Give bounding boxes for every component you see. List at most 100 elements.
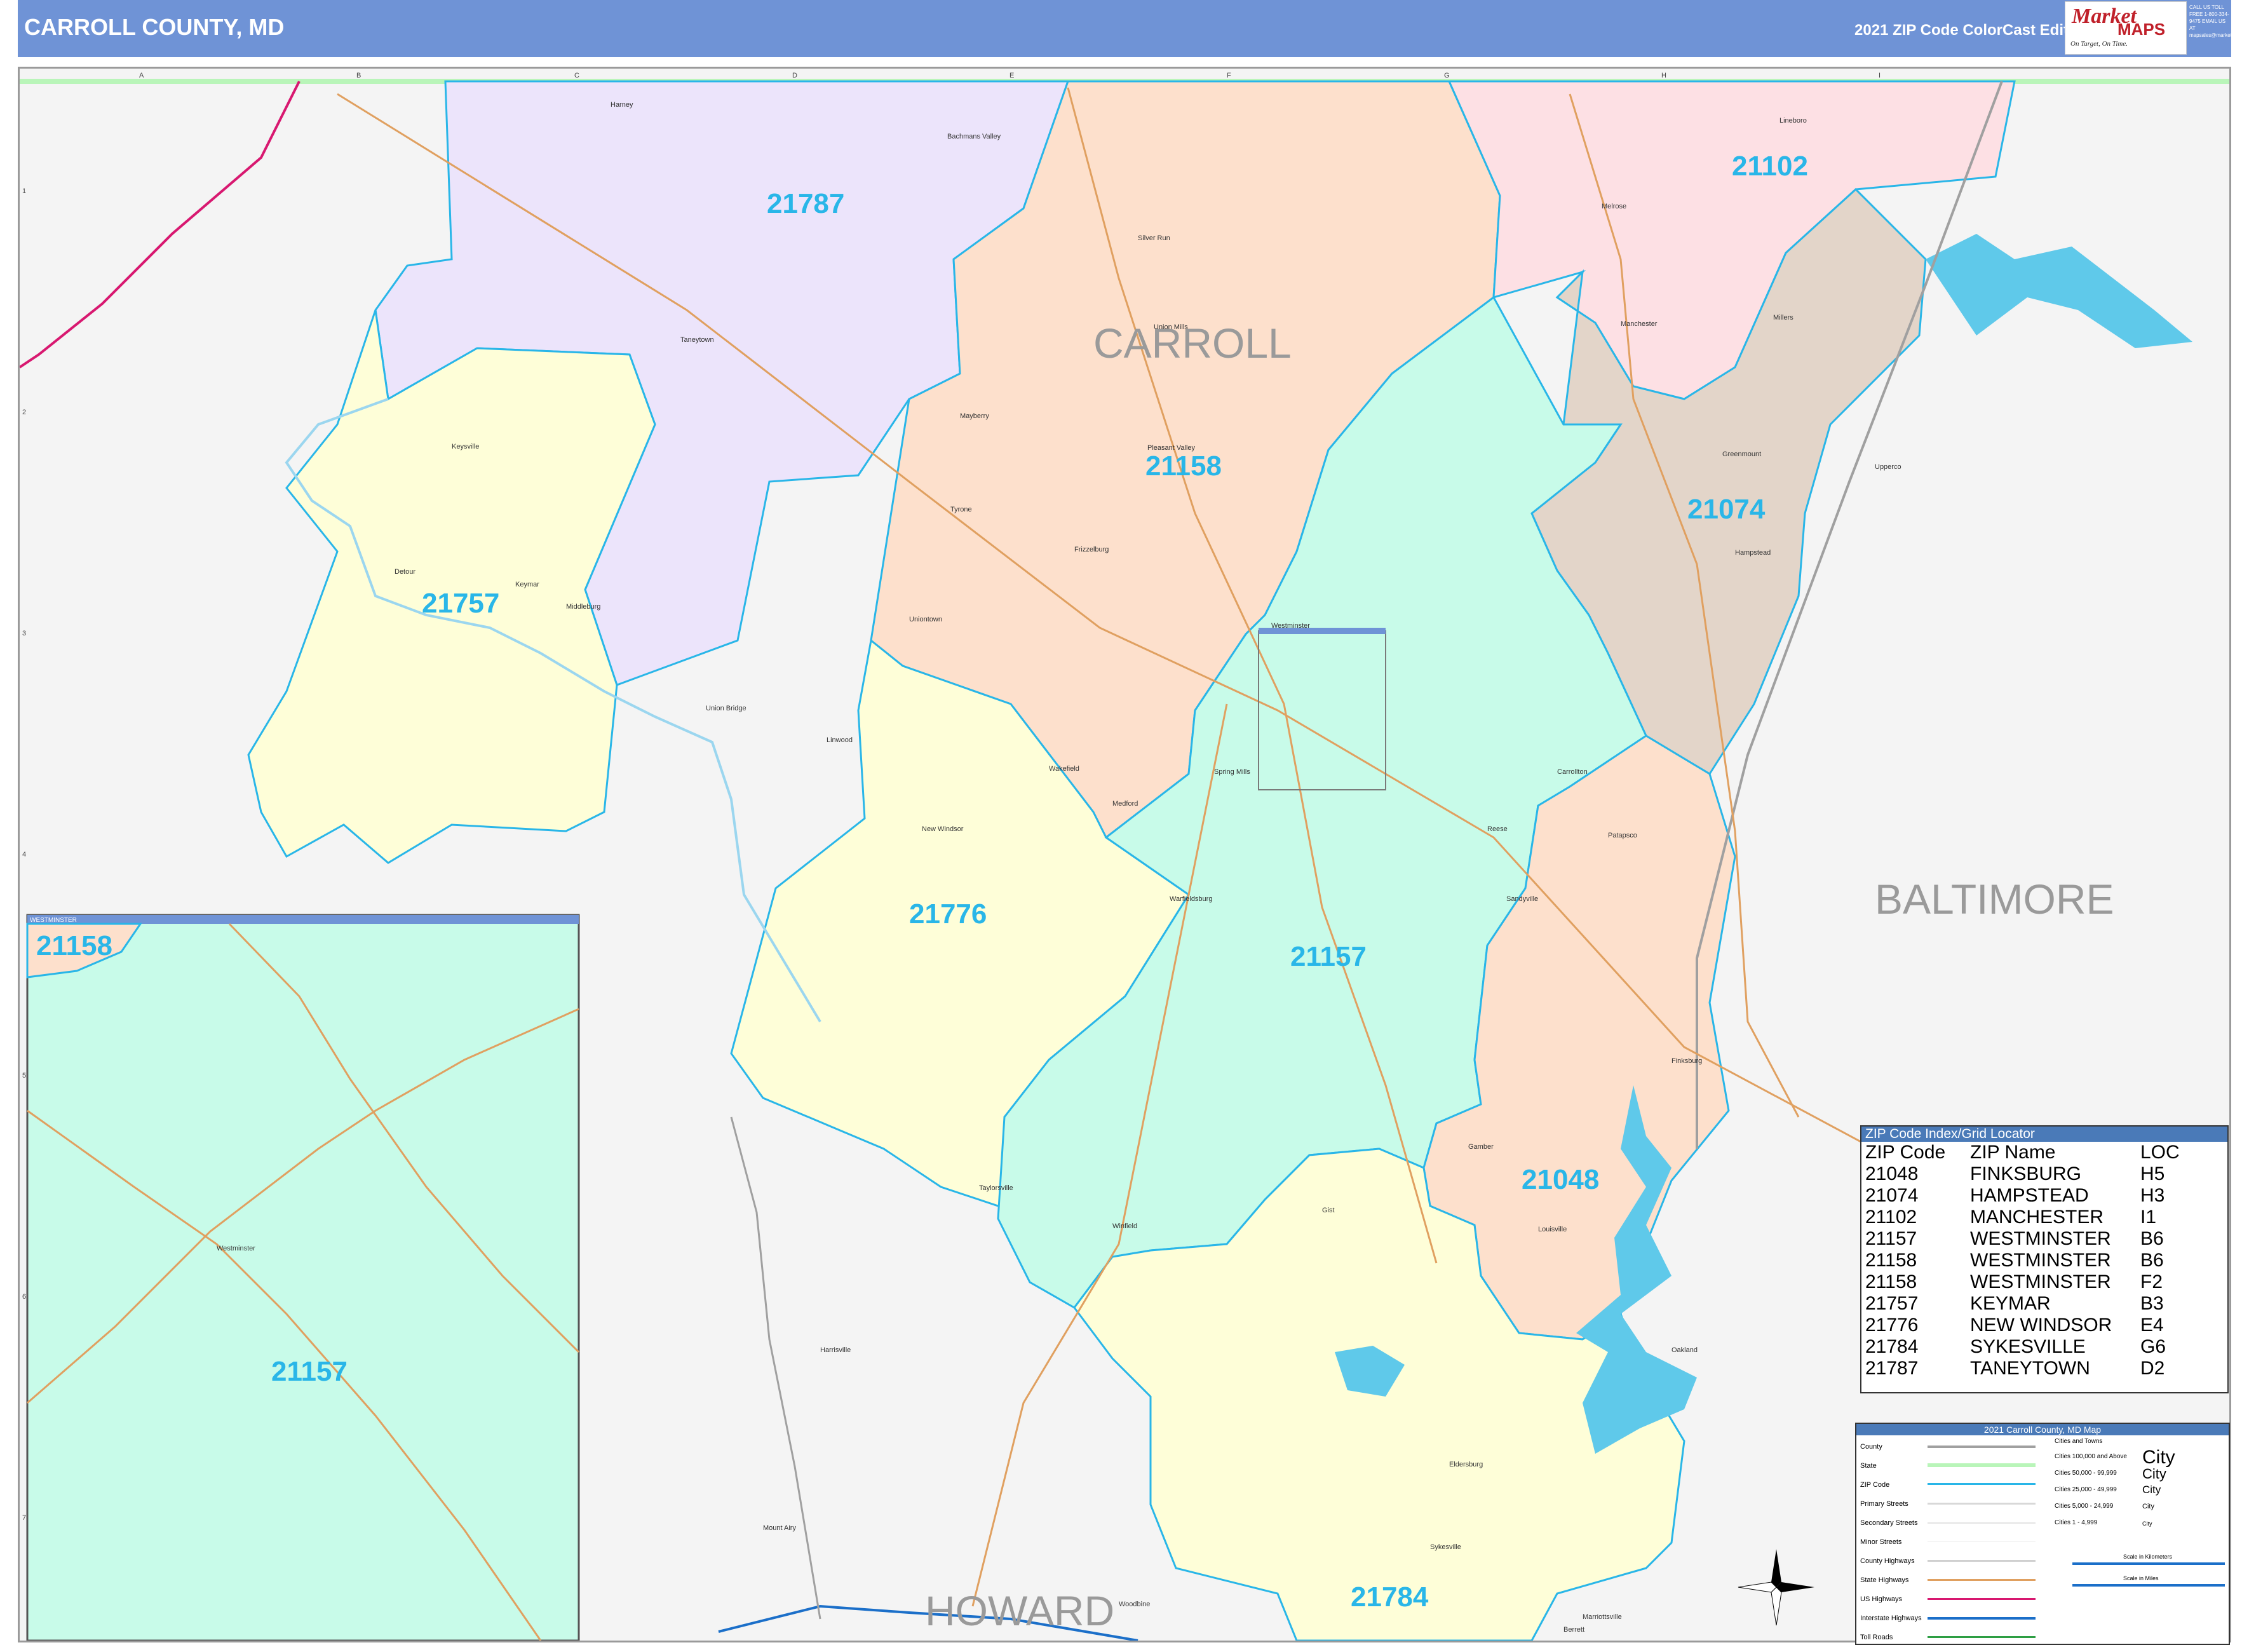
legend-swatch-state-hwy: [1928, 1579, 2036, 1581]
town-label: Union Bridge: [706, 705, 746, 712]
grid-col-a: A: [139, 72, 144, 79]
zip-label-21776: 21776: [909, 898, 987, 930]
map-legend: 2021 Carroll County, MD Map County State…: [1855, 1423, 2230, 1645]
table-row: 21776 NEW WINDSOR E4: [1865, 1315, 2164, 1336]
westminster-inset: WESTMINSTER 21158 21157 Westminster: [26, 914, 580, 1641]
county-label-baltimore: BALTIMORE: [1875, 876, 2114, 923]
inset-town-westminster: Westminster: [217, 1245, 255, 1252]
town-label: Linwood: [827, 736, 853, 744]
edition-label: 2021 ZIP Code ColorCast Edition: [1854, 22, 2091, 39]
town-label: Mayberry: [960, 412, 989, 420]
legend-city-sample: City: [2142, 1484, 2161, 1496]
table-row: 21158 WESTMINSTER F2: [1865, 1271, 2163, 1292]
map-canvas[interactable]: A B C D E F G H I 1 2 3 4 5 6 7 CARROLL …: [18, 67, 2231, 1642]
legend-swatch-state: [1928, 1463, 2036, 1467]
grid-row-7: 7: [22, 1514, 26, 1522]
table-row: 21787 TANEYTOWN D2: [1865, 1358, 2165, 1379]
town-label: Manchester: [1621, 320, 1658, 328]
legend-swatch-primary: [1928, 1503, 2036, 1505]
zip-label-21102: 21102: [1732, 151, 1808, 182]
table-row: 21757 KEYMAR B3: [1865, 1293, 2164, 1314]
town-label: Lineboro: [1779, 117, 1807, 125]
zip-index-title: ZIP Code Index/Grid Locator: [1861, 1127, 2227, 1142]
town-label: Upperco: [1875, 463, 1901, 471]
town-label: Berrett: [1563, 1626, 1584, 1634]
town-label: Reese: [1487, 825, 1508, 833]
town-label: Bachmans Valley: [947, 133, 1001, 140]
grid-col-b: B: [356, 72, 361, 79]
inset-zip-label-21158: 21158: [36, 930, 112, 961]
town-label: Sandyville: [1506, 895, 1538, 903]
town-label: Spring Mills: [1214, 768, 1250, 776]
legend-swatch-county: [1928, 1446, 2036, 1448]
grid-row-6: 6: [22, 1293, 26, 1301]
inset-title: WESTMINSTER: [30, 917, 77, 924]
legend-item: State Highways: [1860, 1576, 1909, 1584]
county-label-howard: HOWARD: [925, 1587, 1114, 1634]
zip-area-21102[interactable]: [1447, 80, 2016, 400]
legend-city-class: Cities 5,000 - 24,999: [2055, 1503, 2114, 1510]
market-maps-logo: Market MAPS On Target, On Time.: [2065, 1, 2187, 55]
contact-info: CALL US TOLL FREE 1-800-334-9475 EMAIL U…: [2189, 4, 2242, 38]
town-label: Wakefield: [1049, 765, 1079, 773]
town-label: Pleasant Valley: [1147, 444, 1196, 452]
town-label: Sykesville: [1430, 1543, 1461, 1551]
zip-index-grid: ZIP Code ZIP Name LOC 21048 FINKSBURG H5 2…: [1865, 1142, 2180, 1379]
town-label: New Windsor: [922, 825, 964, 833]
table-row: 21102 MANCHESTER I1: [1865, 1207, 2157, 1228]
grid-row-2: 2: [22, 409, 26, 416]
legend-city-sample: City: [2142, 1503, 2154, 1510]
legend-item: State: [1860, 1462, 1877, 1470]
town-label: Harrisville: [820, 1346, 851, 1354]
zip-label-21157: 21157: [1290, 941, 1367, 972]
county-label-carroll: CARROLL: [1093, 320, 1292, 367]
zip-index-table: ZIP Code Index/Grid Locator ZIP Code ZIP…: [1860, 1125, 2229, 1393]
town-label: Union Mills: [1154, 323, 1188, 331]
table-row: 21048 FINKSBURG H5: [1865, 1163, 2165, 1184]
inset-zip-label-21157: 21157: [271, 1356, 348, 1387]
legend-item: ZIP Code: [1860, 1481, 1890, 1489]
legend-swatch-zip: [1928, 1483, 2036, 1485]
town-label: Keysville: [452, 443, 479, 450]
grid-row-3: 3: [22, 630, 26, 637]
town-label: Patapsco: [1608, 832, 1637, 839]
grid-row-4: 4: [22, 851, 26, 858]
grid-col-h: H: [1661, 72, 1666, 79]
grid-col-f: F: [1227, 72, 1231, 79]
legend-city-sample: City: [2142, 1466, 2166, 1482]
legend-swatch-us-hwy: [1928, 1598, 2036, 1600]
town-label: Detour: [395, 568, 415, 576]
scale-bar-mi: [2072, 1584, 2225, 1587]
compass-rose-icon: [1738, 1549, 1814, 1626]
zip-index-col-header: ZIP Name: [1970, 1142, 2056, 1163]
town-label: Eldersburg: [1449, 1461, 1483, 1468]
town-label: Oakland: [1671, 1346, 1698, 1354]
legend-swatch-toll: [1928, 1636, 2036, 1638]
town-label: Warfieldsburg: [1170, 895, 1212, 903]
town-label: Hampstead: [1735, 549, 1771, 557]
legend-swatch-minor: [1928, 1541, 2036, 1542]
legend-swatch-interstate: [1928, 1617, 2036, 1620]
us-highway: [20, 81, 301, 369]
zip-index-header-row: ZIP Code ZIP Name LOC: [1865, 1142, 2180, 1163]
legend-item: Secondary Streets: [1860, 1519, 1918, 1527]
zip-label-21158: 21158: [1145, 450, 1222, 482]
zip-label-21784: 21784: [1351, 1581, 1429, 1613]
grid-col-i: I: [1879, 72, 1881, 79]
scale-bar-km: [2072, 1562, 2225, 1565]
town-label: Louisville: [1538, 1226, 1567, 1233]
legend-city-class: Cities 25,000 - 49,999: [2055, 1486, 2117, 1493]
town-label: Melrose: [1602, 203, 1626, 210]
grid-col-d: D: [792, 72, 797, 79]
town-label: Winfield: [1112, 1222, 1137, 1230]
grid-row-1: 1: [22, 187, 26, 195]
legend-scale-km: Scale in Kilometers: [2123, 1554, 2173, 1560]
town-label: Westminster: [1271, 622, 1310, 630]
legend-item: US Highways: [1860, 1595, 1903, 1603]
zip-index-col-header: ZIP Code: [1865, 1142, 1946, 1163]
legend-item: Minor Streets: [1860, 1538, 1902, 1546]
table-row: 21074 HAMPSTEAD H3: [1865, 1185, 2165, 1206]
logo-maps: MAPS: [2117, 20, 2166, 39]
town-label: Greenmount: [1722, 450, 1761, 458]
zip-label-21074: 21074: [1687, 494, 1766, 525]
